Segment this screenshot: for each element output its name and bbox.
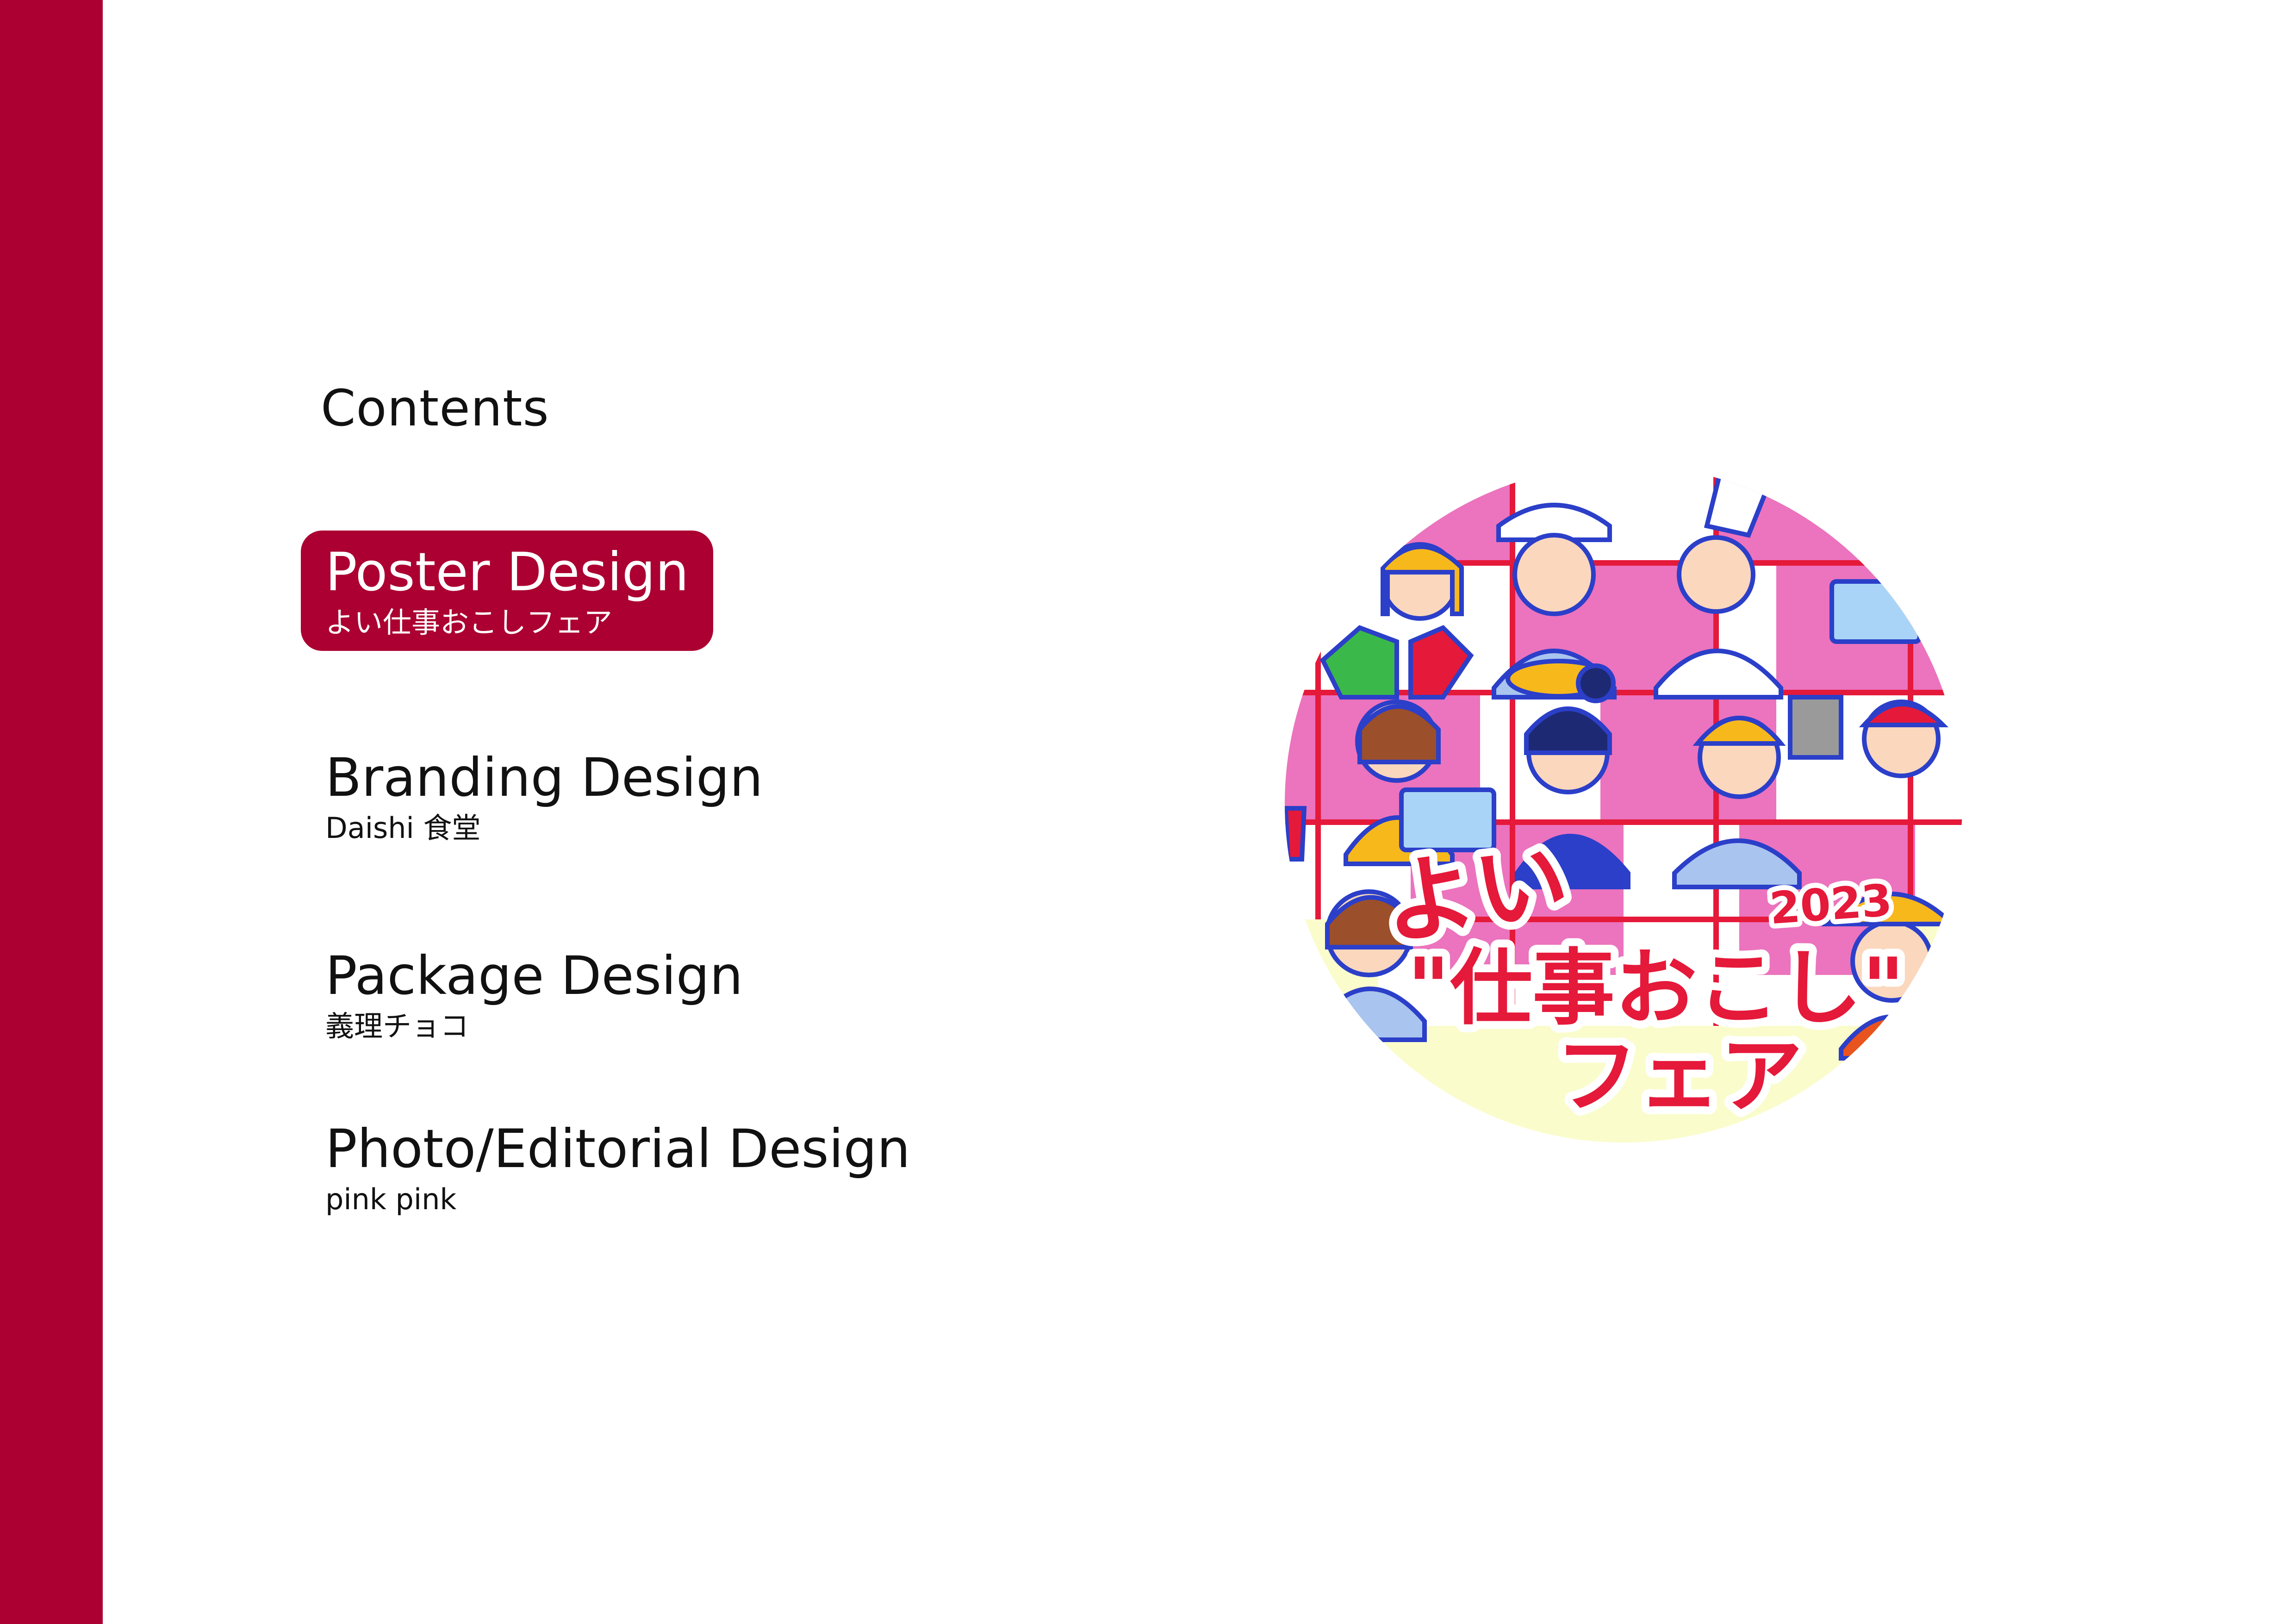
contents-item-title: Poster Design bbox=[325, 541, 689, 603]
poster-year: 2023 bbox=[1768, 875, 1893, 934]
accent-sidebar bbox=[0, 0, 103, 1624]
contents-item-title: Photo/Editorial Design bbox=[325, 1118, 911, 1180]
contents-item-title: Package Design bbox=[325, 945, 743, 1006]
contents-item-subtitle: 義理チョコ bbox=[325, 1009, 469, 1043]
contents-item-subtitle: Daishi 食堂 bbox=[325, 811, 481, 845]
poster-thumbnail[interactable]: 2023 よい "仕事おこし" フェア bbox=[1276, 456, 1971, 1151]
contents-item-poster-design[interactable]: Poster Design よい仕事おこしフェア bbox=[301, 531, 714, 651]
contents-item-title: Branding Design bbox=[325, 747, 763, 808]
poster-title-line2: "仕事おこし" bbox=[1407, 940, 1904, 1036]
contents-item-branding-design[interactable]: Branding Design Daishi 食堂 bbox=[301, 748, 763, 845]
contents-item-subtitle: よい仕事おこしフェア bbox=[325, 606, 613, 639]
contents-item-photo-editorial-design[interactable]: Photo/Editorial Design pink pink bbox=[301, 1119, 910, 1217]
contents-heading: Contents bbox=[321, 380, 549, 437]
poster-title-line3: フェア bbox=[1556, 1028, 1803, 1124]
contents-item-package-design[interactable]: Package Design 義理チョコ bbox=[301, 946, 743, 1043]
contents-item-subtitle: pink pink bbox=[325, 1182, 457, 1216]
